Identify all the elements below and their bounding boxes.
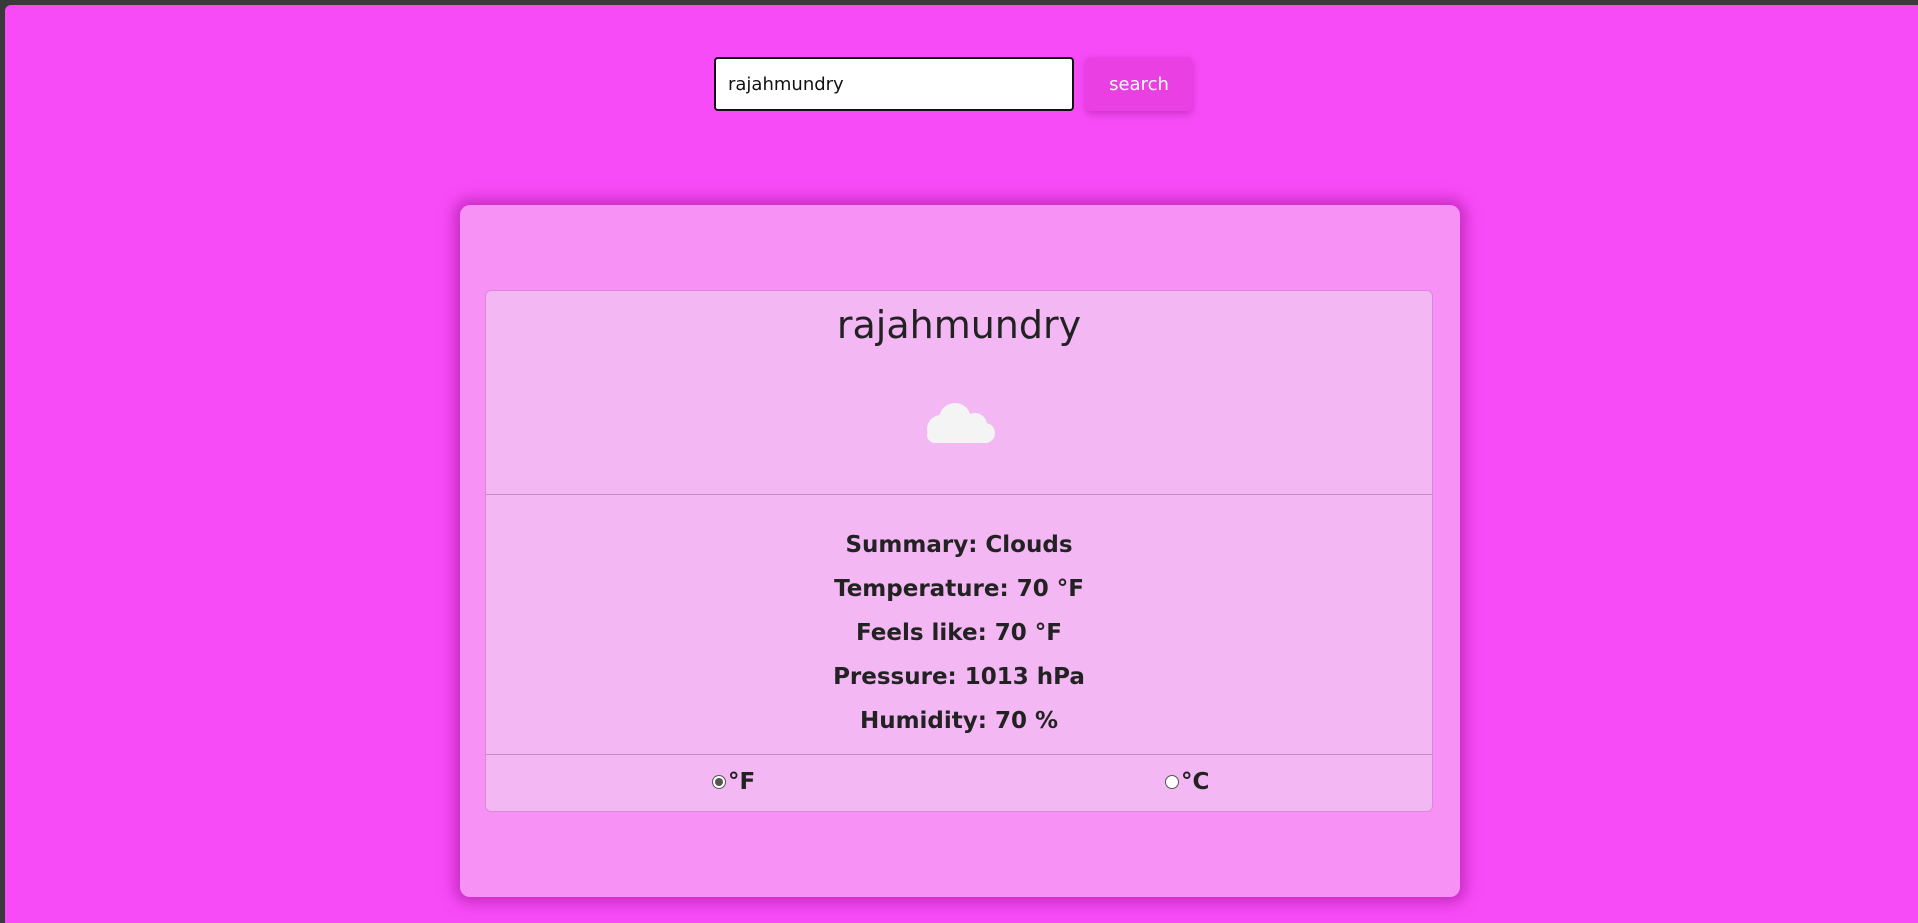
fahrenheit-option[interactable]: °F bbox=[712, 769, 755, 795]
search-button[interactable]: search bbox=[1086, 57, 1192, 111]
page-background: search rajahmundry Summary: Clouds T bbox=[5, 5, 1918, 923]
search-bar: search bbox=[714, 55, 1192, 113]
weather-card-container: rajahmundry Summary: Clouds Temperature:… bbox=[460, 205, 1460, 897]
humidity-text: Humidity: 70 % bbox=[859, 708, 1059, 734]
celsius-radio[interactable] bbox=[1165, 775, 1179, 789]
cloud-icon bbox=[927, 403, 995, 443]
fahrenheit-radio[interactable] bbox=[712, 775, 726, 789]
fahrenheit-label: °F bbox=[728, 769, 756, 795]
temperature-text: Temperature: 70 °F bbox=[834, 576, 1084, 602]
weather-card-header: rajahmundry bbox=[486, 291, 1432, 495]
pressure-text: Pressure: 1013 hPa bbox=[833, 664, 1085, 690]
weather-details: Summary: Clouds Temperature: 70 °F Feels… bbox=[486, 495, 1432, 755]
search-input[interactable] bbox=[714, 57, 1074, 111]
city-name: rajahmundry bbox=[836, 303, 1082, 347]
feels-like-text: Feels like: 70 °F bbox=[855, 620, 1063, 646]
weather-card: rajahmundry Summary: Clouds Temperature:… bbox=[485, 290, 1433, 812]
celsius-option[interactable]: °C bbox=[1165, 769, 1209, 795]
celsius-label: °C bbox=[1181, 769, 1210, 795]
summary-text: Summary: Clouds bbox=[845, 532, 1073, 558]
unit-selector: °F °C bbox=[486, 755, 1432, 811]
